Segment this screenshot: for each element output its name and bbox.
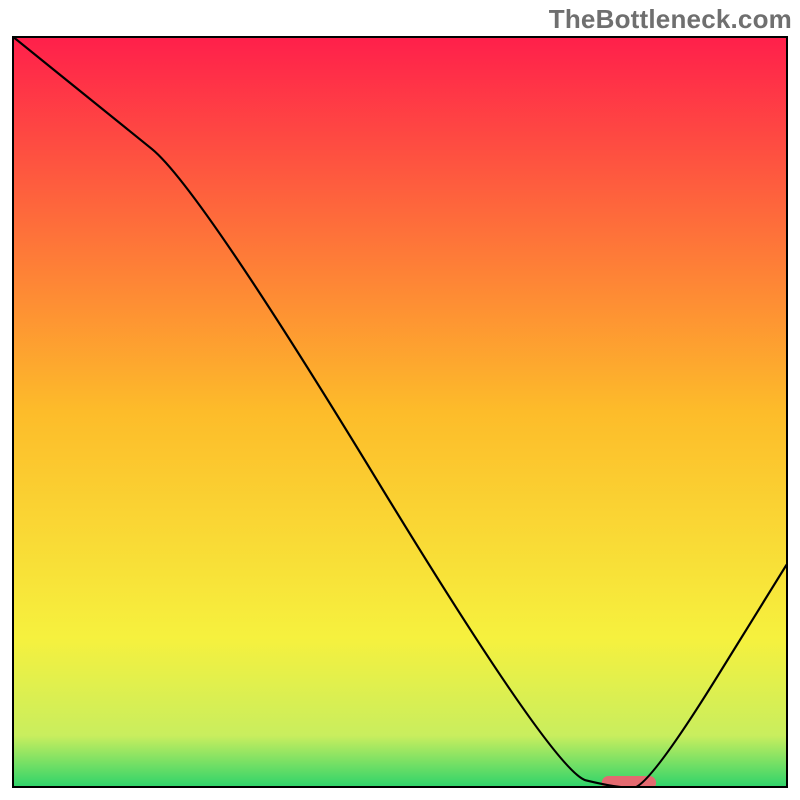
plot-area xyxy=(12,36,788,788)
chart-svg xyxy=(12,36,788,788)
watermark-label: TheBottleneck.com xyxy=(549,4,792,35)
chart-background xyxy=(12,36,788,788)
chart-container: TheBottleneck.com xyxy=(0,0,800,800)
